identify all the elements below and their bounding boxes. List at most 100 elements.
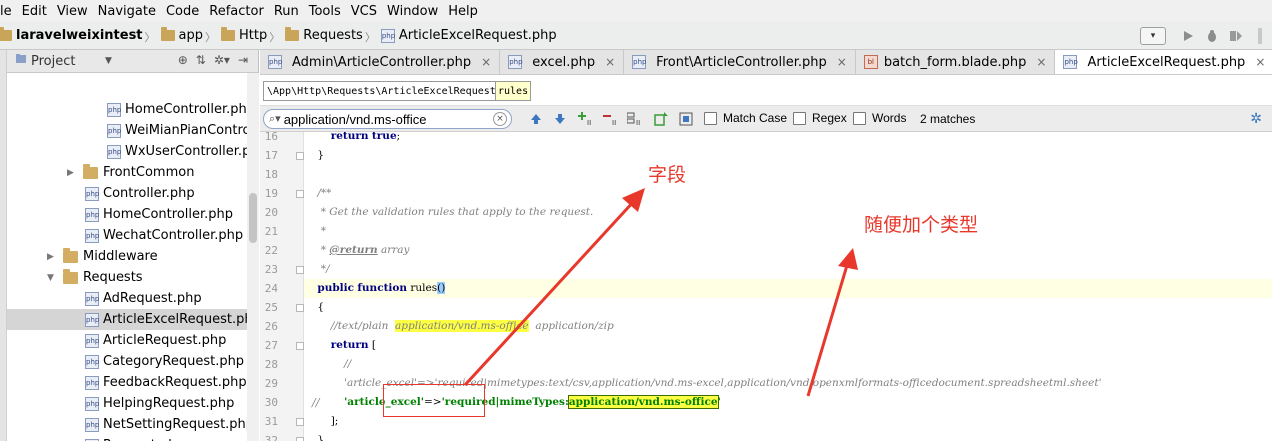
run-config-dropdown[interactable]: ▾ [1140, 27, 1166, 45]
gear-icon[interactable]: ✲▾ [214, 53, 230, 67]
words-checkbox[interactable]: Words [853, 111, 906, 125]
search-field[interactable]: ⌕▾ × [263, 109, 512, 129]
breadcrumb-item[interactable]: Http 〉 [217, 27, 281, 44]
tree-item[interactable]: php Controller.php [7, 183, 247, 204]
svg-text:II: II [587, 119, 591, 126]
menu-item-window[interactable]: Window [382, 4, 443, 19]
fold-marker[interactable] [296, 266, 304, 274]
tree-item[interactable]: php ArticleRequest.php [7, 330, 247, 351]
menu-item-run[interactable]: Run [269, 4, 304, 19]
menu-item-help[interactable]: Help [443, 4, 483, 19]
run-icon[interactable] [1180, 28, 1196, 44]
close-icon[interactable]: × [481, 55, 491, 69]
code-line[interactable]: //text/plain application/vnd.ms-office a… [304, 317, 1272, 336]
tree-item[interactable]: ▶ FrontCommon [7, 162, 247, 183]
editor-tab[interactable]: php Admin\ArticleController.php × [260, 50, 501, 74]
clear-icon[interactable]: × [493, 112, 507, 126]
tree-item[interactable]: php CategoryRequest.php [7, 351, 247, 372]
tree-item[interactable]: phpRequest.php [7, 435, 247, 441]
collapse-arrow-icon[interactable]: ▶ [67, 168, 77, 178]
checkbox-box[interactable] [704, 111, 717, 125]
chevron-down-icon[interactable]: ▼ [105, 56, 112, 66]
remove-selection-icon[interactable]: II [603, 111, 619, 127]
export-icon[interactable] [653, 111, 669, 127]
fold-marker[interactable] [296, 418, 304, 426]
tree-item[interactable]: php HomeController.php [7, 99, 247, 120]
menu-item-vcs[interactable]: VCS [346, 4, 382, 19]
collapse-arrow-icon[interactable]: ▶ [47, 252, 57, 262]
tree-item[interactable]: php AdRequest.php [7, 288, 247, 309]
fold-marker[interactable] [296, 190, 304, 198]
match-case-checkbox[interactable]: Match Case [704, 111, 787, 125]
tree-item[interactable]: php WechatController.php [7, 225, 247, 246]
search-input[interactable] [283, 111, 484, 127]
code-line[interactable]: } [304, 146, 1272, 165]
debug-icon[interactable] [1204, 28, 1220, 44]
tree-item[interactable]: php ArticleExcelRequest.php [7, 309, 247, 330]
editor-tab[interactable]: bl batch_form.blade.php × [855, 50, 1056, 74]
fold-marker[interactable] [296, 152, 304, 160]
close-icon[interactable]: × [1036, 55, 1046, 69]
breadcrumb-item[interactable]: laravelweixintest 〉 [0, 27, 157, 44]
code-line[interactable]: // [304, 355, 1272, 374]
method-crumb[interactable]: rules [495, 81, 532, 101]
sync-icon[interactable]: ⊕ [178, 53, 188, 67]
previous-occurrence-icon[interactable] [528, 111, 544, 127]
tree-item[interactable]: php FeedbackRequest.php [7, 372, 247, 393]
code-line[interactable]: { [304, 298, 1272, 317]
editor-tab[interactable]: php ArticleExcelRequest.php × [1055, 50, 1272, 74]
close-icon[interactable]: × [1255, 55, 1265, 69]
code-line[interactable]: return [ [304, 336, 1272, 355]
filter-icon[interactable] [678, 111, 694, 127]
search-icon[interactable]: ⌕▾ [269, 112, 281, 126]
close-icon[interactable]: × [837, 55, 847, 69]
coverage-icon[interactable] [1228, 28, 1244, 44]
close-icon[interactable]: × [605, 55, 615, 69]
code-line[interactable]: return true; [304, 132, 1272, 146]
editor-tab[interactable]: php excel.php × [500, 50, 625, 74]
next-occurrence-icon[interactable] [552, 111, 568, 127]
tree-item[interactable]: php HomeController.php [7, 204, 247, 225]
breadcrumb-item[interactable]: Requests 〉 [281, 27, 377, 44]
checkbox-box[interactable] [853, 111, 866, 125]
code-line[interactable]: public function rules() [304, 279, 1272, 298]
project-panel-title[interactable]: Project [31, 54, 75, 69]
menu-item-refactor[interactable]: Refactor [204, 4, 269, 19]
code-line[interactable]: /** [304, 184, 1272, 203]
code-line[interactable]: * Get the validation rules that apply to… [304, 203, 1272, 222]
tree-item[interactable]: php WxUserController.ph [7, 141, 247, 162]
code-line[interactable]: * @return array [304, 241, 1272, 260]
tree-item[interactable]: php WeiMianPianControll [7, 120, 247, 141]
hide-panel-icon[interactable]: ⇥ [238, 53, 248, 67]
checkbox-box[interactable] [793, 111, 806, 125]
class-path-crumb[interactable]: \App\Http\Requests\ArticleExcelRequest [263, 81, 500, 101]
expand-arrow-icon[interactable]: ▼ [47, 273, 57, 283]
select-all-occurrences-icon[interactable]: II [627, 111, 643, 127]
menu-item-tools[interactable]: Tools [304, 4, 346, 19]
collapse-all-icon[interactable]: ⇅ [196, 53, 206, 67]
code-line[interactable]: * [304, 222, 1272, 241]
menu-item-view[interactable]: View [52, 4, 93, 19]
fold-marker[interactable] [296, 342, 304, 350]
breadcrumb-item[interactable]: php ArticleExcelRequest.php [377, 28, 561, 43]
project-tree-scrollbar[interactable] [247, 73, 259, 441]
tree-item[interactable]: ▶ Middleware [7, 246, 247, 267]
menu-item-le[interactable]: le [0, 4, 17, 19]
add-selection-icon[interactable]: II [578, 111, 594, 127]
fold-marker[interactable] [296, 437, 304, 441]
menu-item-navigate[interactable]: Navigate [93, 4, 161, 19]
regex-checkbox[interactable]: Regex [793, 111, 847, 125]
menu-item-edit[interactable]: Edit [17, 4, 52, 19]
code-line[interactable]: } [304, 431, 1272, 441]
scrollbar-thumb[interactable] [249, 193, 257, 243]
menu-item-code[interactable]: Code [161, 4, 204, 19]
gear-icon[interactable]: ✲ [1250, 111, 1262, 127]
breadcrumb-item[interactable]: app 〉 [157, 27, 217, 44]
code-line[interactable]: */ [304, 260, 1272, 279]
code-line[interactable] [304, 165, 1272, 184]
tree-item[interactable]: php NetSettingRequest.php [7, 414, 247, 435]
fold-marker[interactable] [296, 304, 304, 312]
editor-tab[interactable]: php Front\ArticleController.php × [624, 50, 856, 74]
tree-item[interactable]: ▼ Requests [7, 267, 247, 288]
tree-item[interactable]: php HelpingRequest.php [7, 393, 247, 414]
